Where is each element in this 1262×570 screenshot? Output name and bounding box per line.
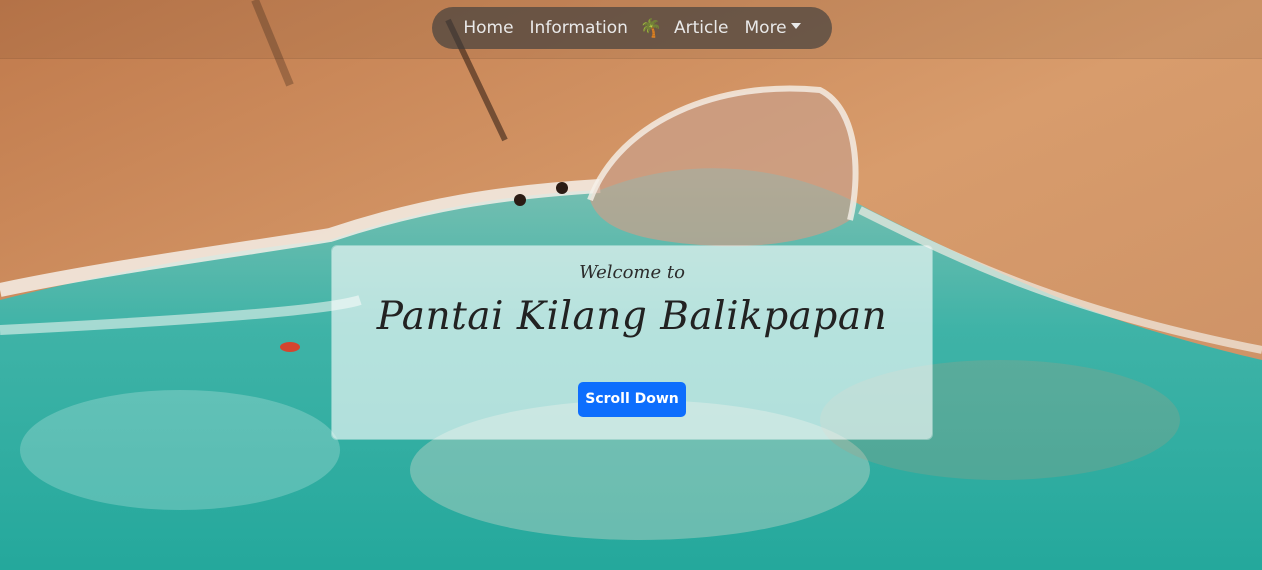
welcome-text: Welcome to [579,262,685,283]
nav-article-link[interactable]: Article [666,7,737,49]
nav-home-link[interactable]: Home [455,7,521,49]
main-navbar: Home Information 🌴 Article More [432,7,832,49]
hero-section: Home Information 🌴 Article More Welcome … [0,0,1262,570]
page-title: Pantai Kilang Balikpapan [376,294,888,339]
nav-more-label: More [744,18,787,38]
caret-down-icon [790,23,801,29]
palm-tree-icon[interactable]: 🌴 [636,7,666,49]
welcome-card: Welcome to Pantai Kilang Balikpapan Scro… [332,246,932,439]
nav-more-dropdown[interactable]: More [737,7,809,49]
nav-information-link[interactable]: Information [522,7,636,49]
scroll-down-button[interactable]: Scroll Down [578,382,686,417]
